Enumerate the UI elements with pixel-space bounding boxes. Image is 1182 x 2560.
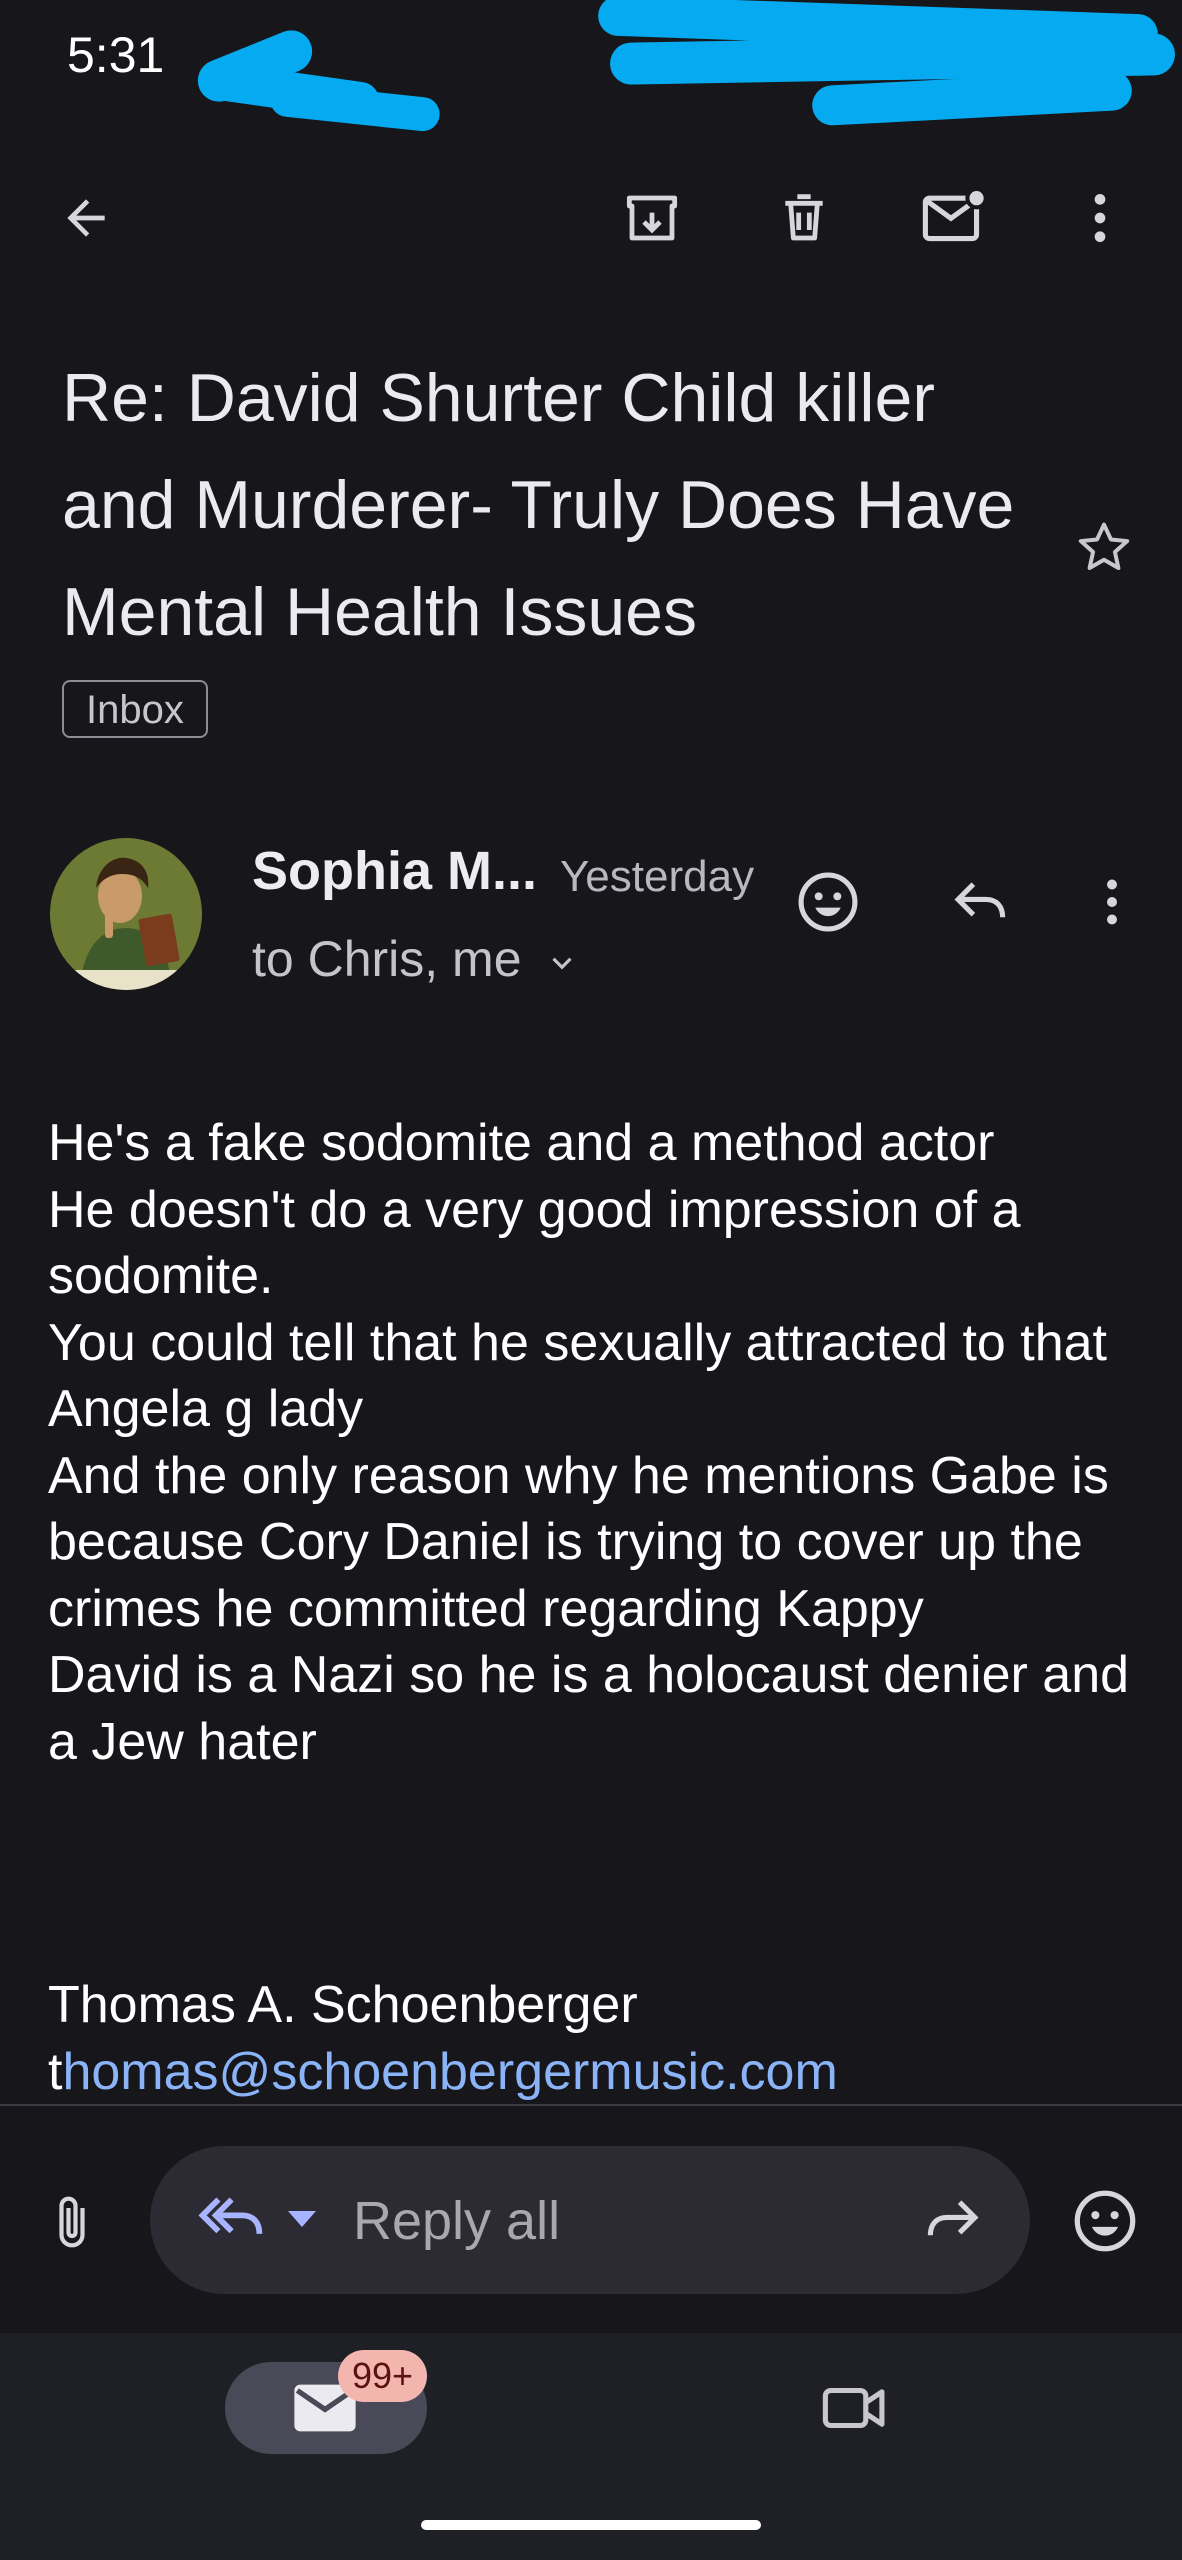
- avatar[interactable]: [50, 838, 202, 990]
- chevron-down-icon[interactable]: [545, 946, 579, 980]
- divider: [0, 2104, 1182, 2106]
- reply-all-placeholder[interactable]: Reply all: [353, 2190, 560, 2252]
- email-timestamp: Yesterday: [560, 852, 755, 901]
- home-indicator[interactable]: [421, 2520, 761, 2530]
- label-chip-inbox[interactable]: Inbox: [62, 680, 208, 738]
- unread-count-badge: 99+: [338, 2350, 428, 2402]
- forward-icon[interactable]: [920, 2192, 984, 2248]
- star-icon[interactable]: [1072, 516, 1136, 580]
- more-vert-icon[interactable]: [1082, 186, 1118, 250]
- attachment-icon[interactable]: [44, 2190, 100, 2254]
- video-camera-icon[interactable]: [820, 2378, 890, 2438]
- recipients-text: to Chris, me: [252, 931, 522, 987]
- trash-icon[interactable]: [772, 186, 836, 250]
- emoji-icon[interactable]: [1070, 2186, 1140, 2256]
- emoji-reaction-icon[interactable]: [794, 868, 862, 936]
- message-more-vert-icon[interactable]: [1094, 872, 1130, 932]
- sender-name[interactable]: Sophia M...: [252, 840, 537, 902]
- reply-icon[interactable]: [950, 874, 1012, 930]
- signature-email[interactable]: thomas@schoenbergermusic.com: [48, 2042, 838, 2102]
- mail-unread-icon[interactable]: [920, 184, 990, 250]
- reply-all-icon[interactable]: [192, 2188, 266, 2248]
- signature-email-link[interactable]: homas@schoenbergermusic.com: [62, 2043, 837, 2101]
- archive-icon[interactable]: [620, 186, 684, 250]
- status-time: 5:31: [67, 27, 165, 83]
- signature-name: Thomas A. Schoenberger: [48, 1976, 638, 2034]
- recipients-line[interactable]: to Chris, me: [252, 930, 579, 988]
- email-subject: Re: David Shurter Child killer and Murde…: [62, 360, 1015, 650]
- back-arrow-icon[interactable]: [58, 190, 114, 246]
- dropdown-arrow-icon[interactable]: [282, 2204, 322, 2234]
- email-body: He's a fake sodomite and a method actor …: [48, 1114, 1130, 1771]
- signature-email-first-letter: t: [48, 2043, 63, 2101]
